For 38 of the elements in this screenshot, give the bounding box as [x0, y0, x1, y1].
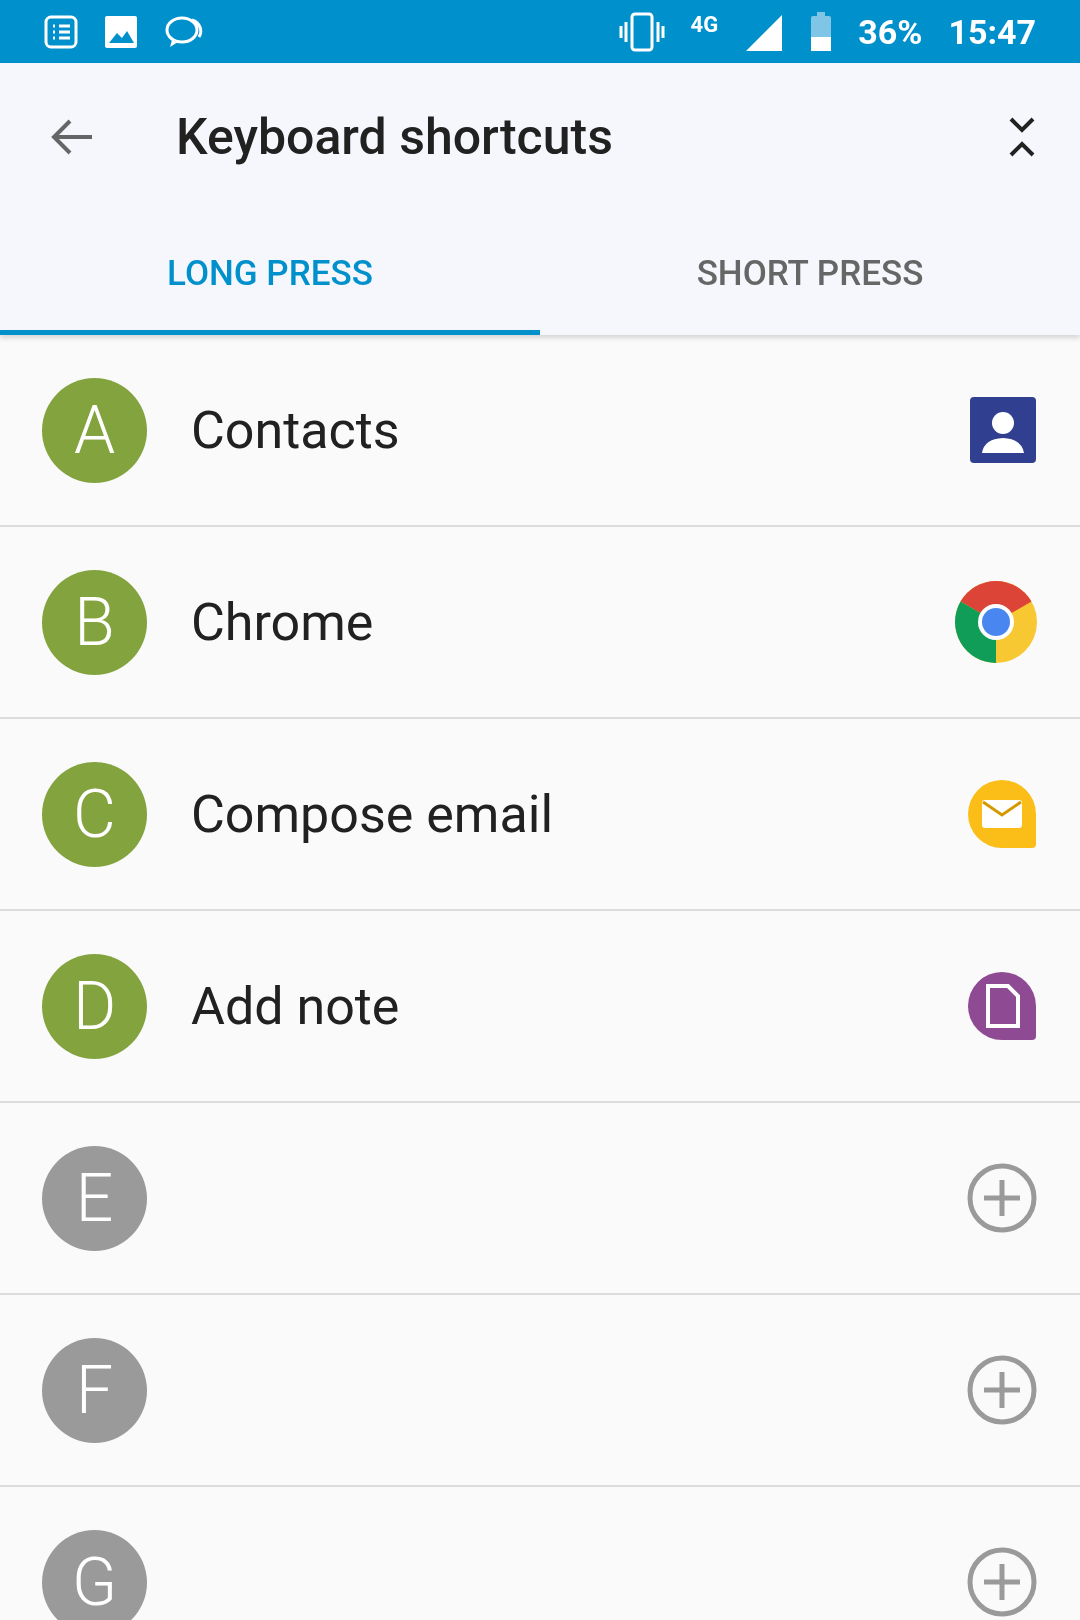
letter-avatar: F [42, 1337, 147, 1443]
vibrate-icon [618, 11, 665, 52]
back-arrow-icon[interactable] [50, 117, 94, 157]
screen-title: Keyboard shortcuts [176, 108, 614, 166]
shortcut-row[interactable]: C Compose email [0, 719, 1080, 911]
image-icon [104, 14, 138, 49]
contact-card-icon [968, 395, 1038, 465]
app-name: Chrome [191, 591, 375, 653]
app-name: Compose email [191, 783, 555, 845]
tab[interactable]: LONG PRESS [0, 211, 540, 335]
envelope-icon [966, 778, 1038, 850]
add-icon[interactable] [966, 1162, 1038, 1234]
shortcut-row[interactable]: G [0, 1487, 1080, 1620]
add-icon[interactable] [966, 1546, 1038, 1618]
shortcut-row[interactable]: B Chrome [0, 527, 1080, 719]
tab[interactable]: SHORT PRESS [540, 211, 1080, 335]
battery-percentage: 36% [858, 11, 923, 52]
battery-icon [810, 11, 833, 52]
app-name: Add note [191, 975, 401, 1037]
letter-avatar: D [42, 953, 147, 1059]
shortcut-row[interactable]: D Add note [0, 911, 1080, 1103]
shortcut-row[interactable]: F [0, 1295, 1080, 1487]
chat-icon [164, 14, 204, 49]
shortcut-row[interactable]: E [0, 1103, 1080, 1295]
letter-avatar: C [42, 761, 147, 867]
app-name: Contacts [191, 399, 401, 461]
network-type: 4G [690, 13, 719, 36]
letter-avatar: G [42, 1529, 147, 1620]
chrome-icon [954, 580, 1038, 664]
shortcut-row[interactable]: A Contacts [0, 335, 1080, 527]
collapse-icon[interactable] [1008, 115, 1036, 159]
list-icon [44, 14, 78, 49]
note-icon [966, 970, 1038, 1042]
letter-avatar: A [42, 377, 147, 483]
clock: 15:47 [948, 11, 1036, 52]
add-icon[interactable] [966, 1354, 1038, 1426]
letter-avatar: E [42, 1145, 147, 1251]
letter-avatar: B [42, 569, 147, 675]
